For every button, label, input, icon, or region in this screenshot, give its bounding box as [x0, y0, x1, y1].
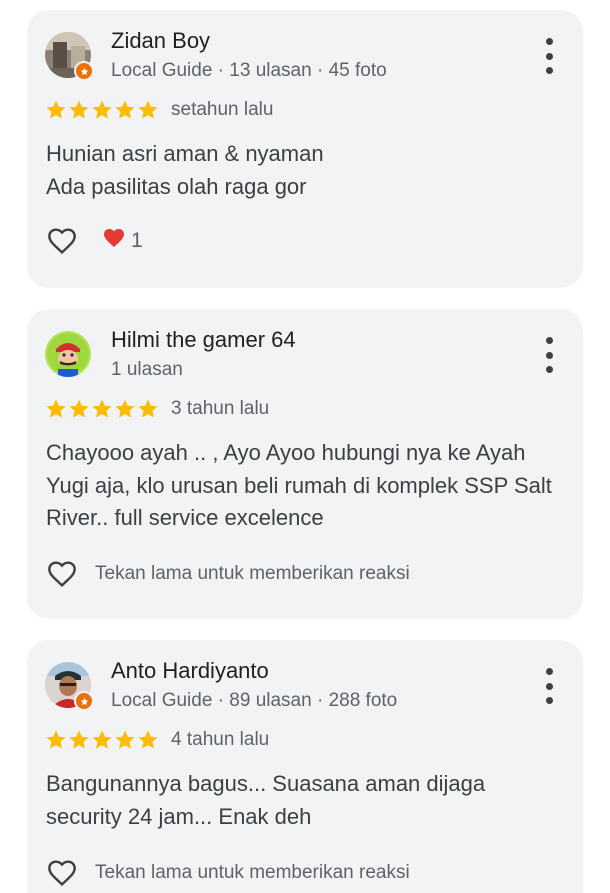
more-options-button[interactable]	[539, 668, 559, 704]
red-heart-emoji-icon	[101, 226, 127, 256]
react-heart-button[interactable]	[45, 856, 79, 890]
reaction-row: Tekan lama untuk memberikan reaksi	[45, 856, 410, 890]
more-options-button[interactable]	[539, 38, 559, 74]
reaction-count-chip[interactable]: 1	[101, 226, 143, 256]
review-text: Hunian asri aman & nyaman Ada pasilitas …	[46, 138, 566, 203]
reaction-count: 1	[131, 229, 143, 252]
star-icon	[69, 399, 89, 418]
reaction-hint: Tekan lama untuk memberikan reaksi	[95, 563, 410, 584]
review-text-line: Yugi aja, klo urusan beli rumah di kompl…	[46, 472, 552, 498]
review-card: Zidan Boy Local Guide · 13 ulasan · 45 f…	[27, 10, 583, 288]
heart-outline-icon	[48, 860, 76, 886]
review-time: setahun lalu	[171, 99, 274, 120]
author-avatar[interactable]	[45, 32, 94, 81]
reaction-row: Tekan lama untuk memberikan reaksi	[45, 557, 410, 591]
star-icon	[69, 730, 89, 749]
rating-row: setahun lalu	[45, 98, 273, 122]
review-card: Anto Hardiyanto Local Guide · 89 ulasan …	[27, 640, 583, 893]
star-icon	[115, 100, 135, 119]
review-text: Chayooo ayah .. , Ayo Ayoo hubungi nya k…	[46, 437, 566, 535]
author-name[interactable]: Hilmi the gamer 64	[111, 327, 296, 353]
star-icon	[138, 730, 158, 749]
star-rating	[45, 398, 159, 420]
star-icon	[46, 730, 66, 749]
star-icon	[46, 399, 66, 418]
star-icon	[115, 399, 135, 418]
rating-row: 4 tahun lalu	[45, 728, 269, 752]
photo-avatar-mario	[45, 331, 91, 377]
star-icon	[92, 100, 112, 119]
review-text-line: Hunian asri aman & nyaman	[46, 141, 324, 166]
author-meta: Local Guide · 89 ulasan · 288 foto	[111, 690, 398, 711]
star-icon	[92, 730, 112, 749]
author-avatar[interactable]	[45, 662, 94, 711]
local-guide-star-icon	[74, 61, 94, 81]
reaction-row: 1	[45, 224, 143, 258]
review-text: Bangunannya bagus... Suasana aman dijaga…	[46, 768, 566, 833]
heart-outline-icon	[48, 561, 76, 587]
star-rating	[45, 729, 159, 751]
reaction-hint: Tekan lama untuk memberikan reaksi	[95, 862, 410, 883]
author-avatar[interactable]	[45, 331, 91, 377]
reviews-feed: Zidan Boy Local Guide · 13 ulasan · 45 f…	[0, 0, 610, 893]
rating-row: 3 tahun lalu	[45, 397, 269, 421]
review-text-line: Ada pasilitas olah raga gor	[46, 173, 307, 199]
review-time: 3 tahun lalu	[171, 398, 270, 419]
author-meta: Local Guide · 13 ulasan · 45 foto	[111, 60, 387, 81]
star-icon	[92, 399, 112, 418]
author-meta: 1 ulasan	[111, 359, 183, 380]
review-text-line: Chayooo ayah .. , Ayo Ayoo hubungi nya k…	[46, 440, 526, 465]
star-icon	[138, 399, 158, 418]
review-text-line: security 24 jam... Enak deh	[46, 803, 312, 829]
review-text-line: River.. full service excelence	[46, 505, 324, 530]
heart-outline-icon	[48, 228, 76, 254]
react-heart-button[interactable]	[45, 557, 79, 591]
author-name[interactable]: Anto Hardiyanto	[111, 658, 269, 684]
review-card: Hilmi the gamer 64 1 ulasan 3 tahun lalu…	[27, 309, 583, 619]
star-icon	[115, 730, 135, 749]
review-time: 4 tahun lalu	[171, 729, 270, 750]
more-options-button[interactable]	[539, 337, 559, 373]
star-icon	[46, 100, 66, 119]
star-icon	[69, 100, 89, 119]
local-guide-star-icon	[74, 691, 94, 711]
author-name[interactable]: Zidan Boy	[111, 28, 210, 54]
star-icon	[138, 100, 158, 119]
react-heart-button[interactable]	[45, 224, 79, 258]
star-rating	[45, 99, 159, 121]
review-text-line: Bangunannya bagus... Suasana aman dijaga	[46, 771, 486, 796]
